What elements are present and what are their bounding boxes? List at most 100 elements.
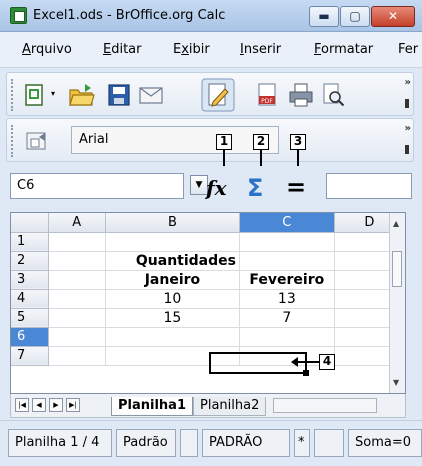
status-page-style[interactable]: Padrão	[116, 429, 176, 457]
next-sheet-icon[interactable]: ▶	[49, 398, 63, 412]
row-header[interactable]: 5	[11, 308, 49, 328]
status-bar: Planilha 1 / 4 Padrão PADRÃO * Soma=0	[0, 420, 422, 466]
email-icon[interactable]	[137, 81, 165, 109]
callout-3: 3	[290, 134, 306, 150]
edit-file-icon[interactable]	[201, 78, 235, 112]
status-sheet-position[interactable]: Planilha 1 / 4	[8, 429, 112, 457]
export-pdf-icon[interactable]: PDF	[253, 81, 281, 109]
sum-button[interactable]: Σ	[247, 174, 263, 202]
cell-c4[interactable]: 13	[239, 289, 335, 309]
row-header[interactable]: 1	[11, 232, 49, 252]
menu-editar[interactable]: Editar	[103, 42, 142, 57]
cell-table: A B C D 1 2 Quantidades 3 Janeiro Fevere…	[11, 213, 405, 366]
cell-c1[interactable]	[239, 232, 335, 252]
scroll-down-icon[interactable]: ▼	[393, 378, 399, 387]
toolbar-options-icon[interactable]	[405, 99, 409, 108]
cell-b3[interactable]: Janeiro	[105, 270, 240, 290]
sheet-tab-planilha2[interactable]: Planilha2	[193, 397, 267, 416]
column-header-a[interactable]: A	[48, 213, 106, 233]
toolbar-grip[interactable]	[11, 79, 15, 111]
cell-c5[interactable]: 7	[239, 308, 335, 328]
minimize-button[interactable]: ▬	[309, 6, 339, 27]
status-signature-field[interactable]	[314, 429, 344, 457]
toolbar-grip[interactable]	[11, 125, 15, 157]
new-document-icon[interactable]	[21, 81, 49, 109]
toolbar-options-icon[interactable]	[405, 145, 409, 154]
function-wizard-button[interactable]: fx	[206, 176, 227, 200]
row-header[interactable]: 7	[11, 346, 49, 366]
cell-a7[interactable]	[48, 346, 106, 366]
table-row: 6	[11, 327, 405, 347]
status-selection-mode[interactable]: PADRÃO	[202, 429, 290, 457]
formula-input[interactable]	[326, 173, 412, 199]
menu-ferramentas[interactable]: Fer	[398, 42, 418, 57]
font-name-value: Arial	[79, 132, 109, 147]
cell-a1[interactable]	[48, 232, 106, 252]
callout-4-arrow	[291, 357, 319, 367]
formula-bar: C6 ▼ fx Σ =	[0, 166, 422, 208]
scroll-up-icon[interactable]: ▲	[393, 219, 399, 228]
column-header-b[interactable]: B	[105, 213, 240, 233]
cell-b7[interactable]	[105, 346, 240, 366]
row-header-active[interactable]: 6	[11, 327, 49, 347]
cell-a4[interactable]	[48, 289, 106, 309]
cell-b4[interactable]: 10	[105, 289, 240, 309]
styles-icon[interactable]	[23, 127, 51, 155]
table-row: 2 Quantidades	[11, 251, 405, 271]
callout-2: 2	[253, 134, 269, 150]
cell-a2[interactable]	[48, 251, 106, 271]
menu-inserir[interactable]: Inserir	[240, 42, 281, 57]
sheet-tabs-bar: |◀ ◀ ▶ ▶| Planilha1 Planilha2	[10, 394, 406, 418]
cell-b6[interactable]	[105, 327, 240, 347]
function-button[interactable]: =	[286, 173, 306, 201]
cell-b2[interactable]: Quantidades	[105, 251, 240, 271]
cell-b1[interactable]	[105, 232, 240, 252]
name-box[interactable]: C6	[10, 173, 184, 199]
formatting-toolbar: Arial »	[6, 118, 414, 162]
last-sheet-icon[interactable]: ▶|	[66, 398, 80, 412]
table-row: 5 15 7	[11, 308, 405, 328]
toolbar-overflow-icon[interactable]: »	[405, 77, 411, 88]
cell-a6[interactable]	[48, 327, 106, 347]
new-dropdown-icon[interactable]: ▾	[51, 89, 61, 99]
horizontal-scrollbar[interactable]	[273, 398, 377, 413]
previous-sheet-icon[interactable]: ◀	[32, 398, 46, 412]
cell-c3[interactable]: Fevereiro	[239, 270, 335, 290]
calc-window: Excel1.ods - BrOffice.org Calc ▬ ▢ ✕ Arq…	[0, 0, 422, 466]
first-sheet-icon[interactable]: |◀	[15, 398, 29, 412]
table-row: 7	[11, 346, 405, 366]
menu-bar: Arquivo Editar Exibir Inserir Formatar F…	[0, 32, 422, 68]
status-sum[interactable]: Soma=0	[348, 429, 422, 457]
save-icon[interactable]	[105, 81, 133, 109]
close-button[interactable]: ✕	[371, 6, 415, 27]
svg-text:PDF: PDF	[261, 98, 273, 105]
table-row: 4 10 13	[11, 289, 405, 309]
toolbar-overflow-icon[interactable]: »	[405, 123, 411, 134]
cell-c6[interactable]	[239, 327, 335, 347]
calc-app-icon[interactable]	[10, 7, 27, 24]
fill-handle[interactable]	[303, 370, 309, 376]
menu-arquivo[interactable]: Arquivo	[22, 42, 72, 57]
cell-a3[interactable]	[48, 270, 106, 290]
vertical-scrollbar[interactable]: ▲ ▼	[389, 213, 405, 393]
row-header[interactable]: 2	[11, 251, 49, 271]
menu-exibir[interactable]: Exibir	[173, 42, 210, 57]
cell-a5[interactable]	[48, 308, 106, 328]
print-icon[interactable]	[287, 81, 315, 109]
font-name-field[interactable]: Arial	[71, 126, 279, 154]
table-row: 1	[11, 232, 405, 252]
cell-c2[interactable]	[239, 251, 335, 271]
row-header[interactable]: 3	[11, 270, 49, 290]
maximize-button[interactable]: ▢	[340, 6, 370, 27]
cell-b5[interactable]: 15	[105, 308, 240, 328]
callout-1: 1	[216, 134, 232, 150]
select-all-corner[interactable]	[11, 213, 49, 233]
column-header-c[interactable]: C	[239, 213, 335, 233]
scroll-thumb[interactable]	[392, 251, 402, 287]
menu-formatar[interactable]: Formatar	[314, 42, 373, 57]
print-preview-icon[interactable]	[319, 81, 347, 109]
open-folder-icon[interactable]	[67, 81, 95, 109]
row-header[interactable]: 4	[11, 289, 49, 309]
sheet-tab-planilha1[interactable]: Planilha1	[111, 397, 193, 416]
status-empty-field	[180, 429, 198, 457]
